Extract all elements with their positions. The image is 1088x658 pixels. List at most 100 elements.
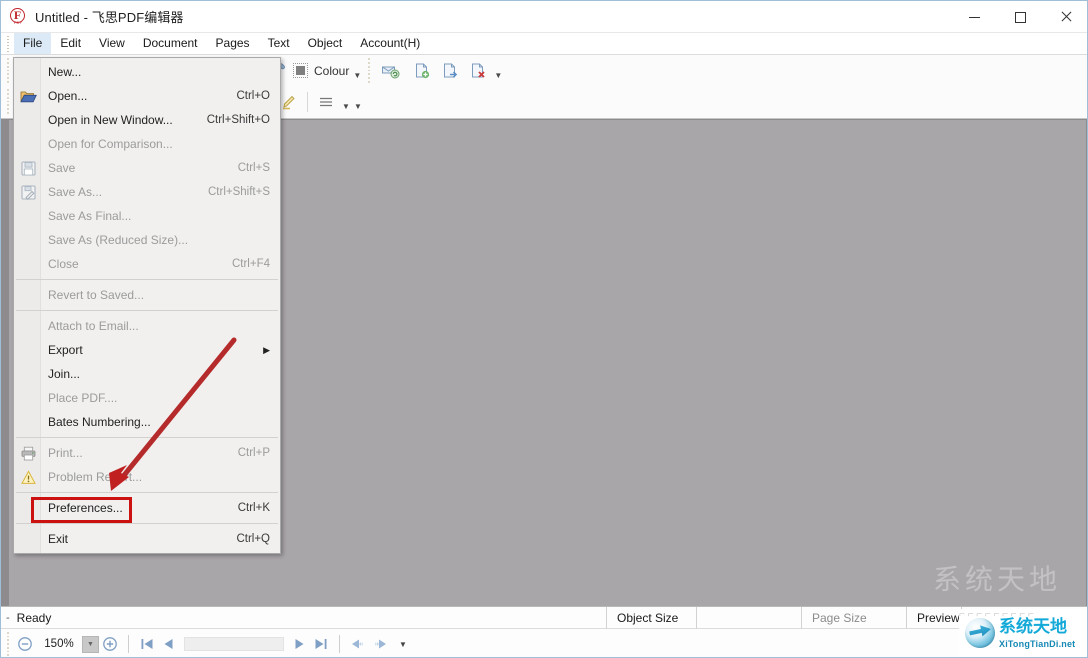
menuitem-open[interactable]: Open... Ctrl+O [14, 84, 280, 108]
last-page-icon[interactable] [310, 633, 332, 655]
menuitem-place-pdf: Place PDF.... [14, 386, 280, 410]
statusbar-overflow-arrow[interactable]: ▼ [399, 640, 407, 649]
menuitem-label: Open... [48, 89, 88, 103]
first-page-icon[interactable] [136, 633, 158, 655]
menuitem-label: Open in New Window... [48, 113, 173, 127]
menuitem-save-as-reduced-size: Save As (Reduced Size)... [14, 228, 280, 252]
submenu-arrow-icon: ▶ [263, 344, 270, 355]
menuitem-print: Print... Ctrl+P [14, 441, 280, 465]
file-menu-popup: New... Open... Ctrl+O Open in New Window… [13, 57, 281, 554]
status-bar: - Ready Object Size Page Size Preview 15… [1, 606, 1087, 657]
status-ready-text: Ready [16, 610, 52, 625]
menuitem-label: Close [48, 257, 79, 271]
menu-text[interactable]: Text [259, 33, 299, 54]
previous-page-icon[interactable] [158, 633, 180, 655]
menuitem-export[interactable]: Export ▶ [14, 338, 280, 362]
menuitem-revert-to-saved: Revert to Saved... [14, 283, 280, 307]
status-page-size-label: Page Size [801, 607, 906, 629]
toolbar-grip-2[interactable] [365, 58, 372, 83]
printer-icon [19, 444, 37, 462]
menuitem-new[interactable]: New... [14, 60, 280, 84]
navigate-back-icon[interactable] [347, 633, 369, 655]
navigate-forward-icon[interactable] [369, 633, 391, 655]
menuitem-accel: Ctrl+Shift+O [206, 114, 270, 126]
menu-bar: File Edit View Document Pages Text Objec… [1, 33, 1087, 55]
delete-page-icon[interactable] [464, 58, 492, 84]
statusbar-grip[interactable] [4, 631, 11, 657]
minimize-button[interactable] [951, 1, 997, 33]
menuitem-bates-numbering[interactable]: Bates Numbering... [14, 410, 280, 434]
colour-dropdown-arrow[interactable]: ▼ [351, 58, 363, 84]
menuitem-accel: Ctrl+Q [236, 533, 270, 545]
colour-label: Colour [314, 63, 350, 78]
warning-icon [19, 468, 37, 486]
status-row-info: - Ready Object Size Page Size Preview [1, 607, 1087, 629]
window-title: Untitled - 飞思PDF编辑器 [35, 10, 184, 25]
folder-open-icon [19, 87, 37, 105]
toolbar-grip-3[interactable] [4, 89, 11, 114]
application-window: F PDF Untitled - 飞思PDF编辑器 File Edit View… [0, 0, 1088, 658]
menu-file[interactable]: File [14, 33, 52, 54]
menuitem-join[interactable]: Join... [14, 362, 280, 386]
menuitem-label: Place PDF.... [48, 391, 118, 405]
menuitem-problem-report: Problem Report... [14, 465, 280, 489]
refresh-page-icon[interactable] [374, 58, 408, 84]
pdf-app-icon: F PDF [9, 7, 27, 26]
menuitem-label: Revert to Saved... [48, 288, 145, 302]
status-row-zoom-nav: 150% ▼ ▼ [1, 629, 1087, 657]
menuitem-label: Problem Report... [48, 470, 143, 484]
menuitem-exit[interactable]: Exit Ctrl+Q [14, 527, 280, 551]
close-button[interactable] [1043, 1, 1087, 33]
menuitem-label: Bates Numbering... [48, 415, 151, 429]
menuitem-label: Save As Final... [48, 209, 132, 223]
menuitem-save-as-final: Save As Final... [14, 204, 280, 228]
menuitem-save-as: Save As... Ctrl+Shift+S [14, 180, 280, 204]
menubar-grip[interactable] [4, 35, 12, 52]
menuitem-open-for-comparison: Open for Comparison... [14, 132, 280, 156]
menuitem-label: Preferences... [48, 501, 123, 515]
page-tools-dropdown-arrow[interactable]: ▼ [492, 58, 504, 84]
format-overflow-arrow[interactable]: ▼ [352, 89, 364, 115]
toolbar-grip-1[interactable] [4, 58, 11, 83]
zoom-level-value[interactable]: 150% [36, 635, 82, 653]
next-page-icon[interactable] [288, 633, 310, 655]
menuitem-accel: Ctrl+F4 [231, 258, 270, 270]
zoom-dropdown-button[interactable]: ▼ [82, 635, 99, 653]
status-object-size-label: Object Size [606, 607, 696, 629]
page-nav-track[interactable] [184, 637, 284, 651]
menuitem-label: Save As... [48, 185, 103, 199]
zoom-in-icon[interactable] [99, 633, 121, 655]
menuitem-accel: Ctrl+Shift+S [208, 186, 270, 198]
save-icon [19, 159, 37, 177]
menu-edit[interactable]: Edit [51, 33, 90, 54]
menu-pages[interactable]: Pages [207, 33, 259, 54]
watermark-site-url: XiTongTianDi.net [999, 639, 1076, 649]
menu-object[interactable]: Object [299, 33, 352, 54]
menu-separator [16, 279, 278, 280]
zoom-out-icon[interactable] [14, 633, 36, 655]
menu-view[interactable]: View [90, 33, 134, 54]
menuitem-label: Save [48, 161, 76, 175]
menuitem-attach-to-email: Attach to Email... [14, 314, 280, 338]
menuitem-accel: Ctrl+O [236, 90, 270, 102]
menuitem-label: Exit [48, 532, 69, 546]
line-spacing-dropdown-arrow[interactable]: ▼ [340, 89, 352, 115]
title-bar: F PDF Untitled - 飞思PDF编辑器 [1, 1, 1087, 33]
menu-account[interactable]: Account(H) [351, 33, 429, 54]
add-page-icon[interactable] [408, 58, 436, 84]
menu-document[interactable]: Document [134, 33, 207, 54]
menuitem-open-in-new-window[interactable]: Open in New Window... Ctrl+Shift+O [14, 108, 280, 132]
status-preview-label: Preview [906, 607, 961, 629]
menuitem-label: Print... [48, 446, 83, 460]
site-watermark: ⌐ ⌐ ⌐ ⌐ ⌐ ⌐ ⌐ ⌐ ⌐ 系统天地 XiTongTianDi.net [959, 609, 1087, 657]
menuitem-label: New... [48, 65, 82, 79]
menuitem-preferences[interactable]: Preferences... Ctrl+K [14, 496, 280, 520]
status-object-size-value [696, 607, 801, 629]
colour-swatch-icon[interactable] [293, 63, 308, 78]
line-spacing-icon[interactable] [312, 89, 340, 115]
menuitem-accel: Ctrl+P [237, 447, 270, 459]
menu-separator [16, 437, 278, 438]
menu-separator [16, 492, 278, 493]
maximize-button[interactable] [997, 1, 1043, 33]
export-page-icon[interactable] [436, 58, 464, 84]
